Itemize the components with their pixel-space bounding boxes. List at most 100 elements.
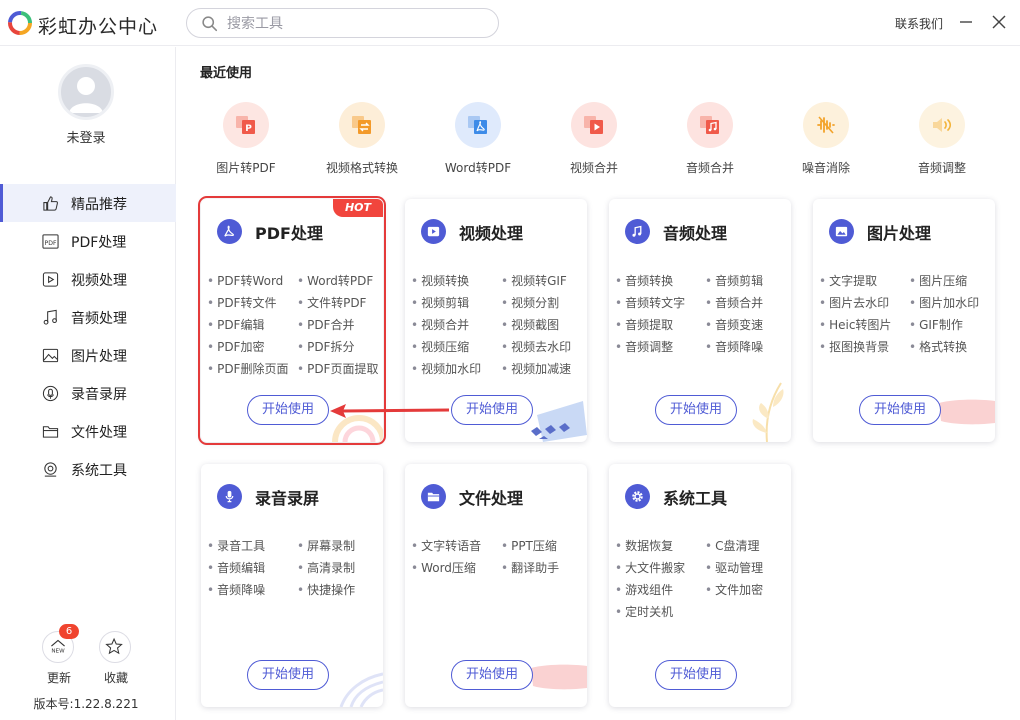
feature-item[interactable]: 高清录制 xyxy=(297,559,355,576)
card-audio: 音频处理 音频转换 音频剪辑 音频转文字 音频合并 音频提取 音频变速 音频调整… xyxy=(609,199,791,442)
feature-item[interactable]: 音频降噪 xyxy=(207,581,265,598)
feature-item[interactable]: 游戏组件 xyxy=(615,581,673,598)
feature-item[interactable]: 视频去水印 xyxy=(501,338,571,355)
feature-item[interactable]: 音频编辑 xyxy=(207,559,265,576)
card-file: 文件处理 文字转语音 PPT压缩 Word压缩 翻译助手 开始使用 xyxy=(405,464,587,707)
feature-item[interactable]: 录音工具 xyxy=(207,537,265,554)
feature-item[interactable]: 驱动管理 xyxy=(705,559,763,576)
feature-item[interactable]: 音频转文字 xyxy=(615,294,685,311)
feature-item[interactable]: 定时关机 xyxy=(615,603,673,620)
feature-item[interactable]: 数据恢复 xyxy=(615,537,673,554)
feature-item[interactable]: 图片压缩 xyxy=(909,272,967,289)
feature-item[interactable]: PDF页面提取 xyxy=(297,360,378,377)
feature-item[interactable]: 视频压缩 xyxy=(411,338,469,355)
feature-item[interactable]: 文件转PDF xyxy=(297,294,366,311)
feature-item[interactable]: 大文件搬家 xyxy=(615,559,685,576)
image-icon xyxy=(829,219,854,244)
feature-item[interactable]: PDF删除页面 xyxy=(207,360,288,377)
feature-item[interactable]: Word压缩 xyxy=(411,559,476,576)
recent-item-noise-reduce[interactable]: 噪音消除 xyxy=(781,99,871,189)
minimize-icon[interactable] xyxy=(957,13,975,31)
music-note-icon xyxy=(43,309,57,325)
recent-item-video-convert[interactable]: 视频格式转换 xyxy=(317,99,407,189)
video-icon xyxy=(42,272,59,287)
recent-icon-circle xyxy=(455,102,501,148)
close-icon[interactable] xyxy=(990,13,1008,31)
feature-item[interactable]: 格式转换 xyxy=(909,338,967,355)
start-button[interactable]: 开始使用 xyxy=(451,660,533,690)
start-button[interactable]: 开始使用 xyxy=(859,395,941,425)
sidebar-item-pdf[interactable]: PDF PDF处理 xyxy=(0,222,176,260)
feature-item[interactable]: 图片加水印 xyxy=(909,294,979,311)
feature-item[interactable]: 音频提取 xyxy=(615,316,673,333)
sidebar-item-file[interactable]: 文件处理 xyxy=(0,412,176,450)
sidebar-item-recording[interactable]: 录音录屏 xyxy=(0,374,176,412)
update-button[interactable]: NEW 6 更新 xyxy=(39,624,79,687)
version-text: 版本号:1.22.8.221 xyxy=(33,697,139,711)
feature-item[interactable]: PDF编辑 xyxy=(207,316,264,333)
recent-item-label: 音频合并 xyxy=(685,161,734,175)
feature-item[interactable]: 视频分割 xyxy=(501,294,559,311)
card-title: 音频处理 xyxy=(663,224,728,243)
search-box[interactable] xyxy=(186,8,499,38)
avatar[interactable] xyxy=(58,64,114,120)
feature-item[interactable]: 视频加减速 xyxy=(501,360,571,377)
card-recording: 录音录屏 录音工具 屏幕录制 音频编辑 高清录制 音频降噪 快捷操作 开始使用 xyxy=(201,464,383,707)
feature-item[interactable]: PDF转Word xyxy=(207,272,283,289)
feature-item[interactable]: Word转PDF xyxy=(297,272,373,289)
feature-item[interactable]: 音频调整 xyxy=(615,338,673,355)
feature-item[interactable]: 视频合并 xyxy=(411,316,469,333)
feature-item[interactable]: 翻译助手 xyxy=(501,559,559,576)
feature-item[interactable]: 屏幕录制 xyxy=(297,537,355,554)
feature-item[interactable]: 音频变速 xyxy=(705,316,763,333)
search-input[interactable] xyxy=(227,14,477,34)
feature-item[interactable]: PDF加密 xyxy=(207,338,264,355)
feature-item[interactable]: 快捷操作 xyxy=(297,581,355,598)
feature-item[interactable]: PDF拆分 xyxy=(297,338,354,355)
feature-item[interactable]: 文件加密 xyxy=(705,581,763,598)
feature-item[interactable]: Heic转图片 xyxy=(819,316,891,333)
contact-us-link[interactable]: 联系我们 xyxy=(895,15,943,32)
feature-item[interactable]: PPT压缩 xyxy=(501,537,557,554)
feature-item[interactable]: 文字转语音 xyxy=(411,537,481,554)
feature-item[interactable]: 视频剪辑 xyxy=(411,294,469,311)
feature-item[interactable]: 文字提取 xyxy=(819,272,877,289)
recent-section-title: 最近使用 xyxy=(200,66,253,81)
sidebar-item-audio[interactable]: 音频处理 xyxy=(0,298,176,336)
feature-item[interactable]: 视频加水印 xyxy=(411,360,481,377)
feature-item[interactable]: 视频截图 xyxy=(501,316,559,333)
feature-item[interactable]: 抠图换背景 xyxy=(819,338,889,355)
recent-item-audio-merge[interactable]: 音频合并 xyxy=(665,99,755,189)
feature-item[interactable]: 音频剪辑 xyxy=(705,272,763,289)
start-button[interactable]: 开始使用 xyxy=(247,660,329,690)
feature-item[interactable]: PDF合并 xyxy=(297,316,354,333)
feature-item[interactable]: C盘清理 xyxy=(705,537,759,554)
favorite-button[interactable]: 收藏 xyxy=(96,627,136,687)
sidebar-item-recommended[interactable]: 精品推荐 xyxy=(0,184,176,222)
recent-item-video-merge[interactable]: 视频合并 xyxy=(549,99,639,189)
feature-item[interactable]: 视频转GIF xyxy=(501,272,567,289)
feature-item[interactable]: 视频转换 xyxy=(411,272,469,289)
card-video: 视频处理 视频转换 视频转GIF 视频剪辑 视频分割 视频合并 视频截图 视频压… xyxy=(405,199,587,442)
start-button[interactable]: 开始使用 xyxy=(247,395,329,425)
feature-item[interactable]: GIF制作 xyxy=(909,316,963,333)
feature-item[interactable]: 音频降噪 xyxy=(705,338,763,355)
recent-item-label: 噪音消除 xyxy=(801,161,850,175)
feature-item[interactable]: 图片去水印 xyxy=(819,294,889,311)
feature-item[interactable]: 音频转换 xyxy=(615,272,673,289)
start-button[interactable]: 开始使用 xyxy=(655,395,737,425)
sidebar-item-image[interactable]: 图片处理 xyxy=(0,336,176,374)
recent-item-image-to-pdf[interactable]: P 图片转PDF xyxy=(201,99,291,189)
sidebar-item-video[interactable]: 视频处理 xyxy=(0,260,176,298)
sidebar-item-system[interactable]: 系统工具 xyxy=(0,450,176,488)
start-button[interactable]: 开始使用 xyxy=(655,660,737,690)
recent-item-audio-adjust[interactable]: 音频调整 xyxy=(897,99,987,189)
recent-icon-circle xyxy=(919,102,965,148)
feature-item[interactable]: PDF转文件 xyxy=(207,294,276,311)
feature-item[interactable]: 音频合并 xyxy=(705,294,763,311)
recent-item-word-to-pdf[interactable]: Word转PDF xyxy=(433,99,523,189)
start-button[interactable]: 开始使用 xyxy=(451,395,533,425)
recent-icon-circle: P xyxy=(223,102,269,148)
sidebar-nav: 精品推荐 PDF PDF处理 视频处理 音频处理 图片处理 录音录屏 文件处理 xyxy=(0,184,176,488)
login-status[interactable]: 未登录 xyxy=(0,127,172,146)
